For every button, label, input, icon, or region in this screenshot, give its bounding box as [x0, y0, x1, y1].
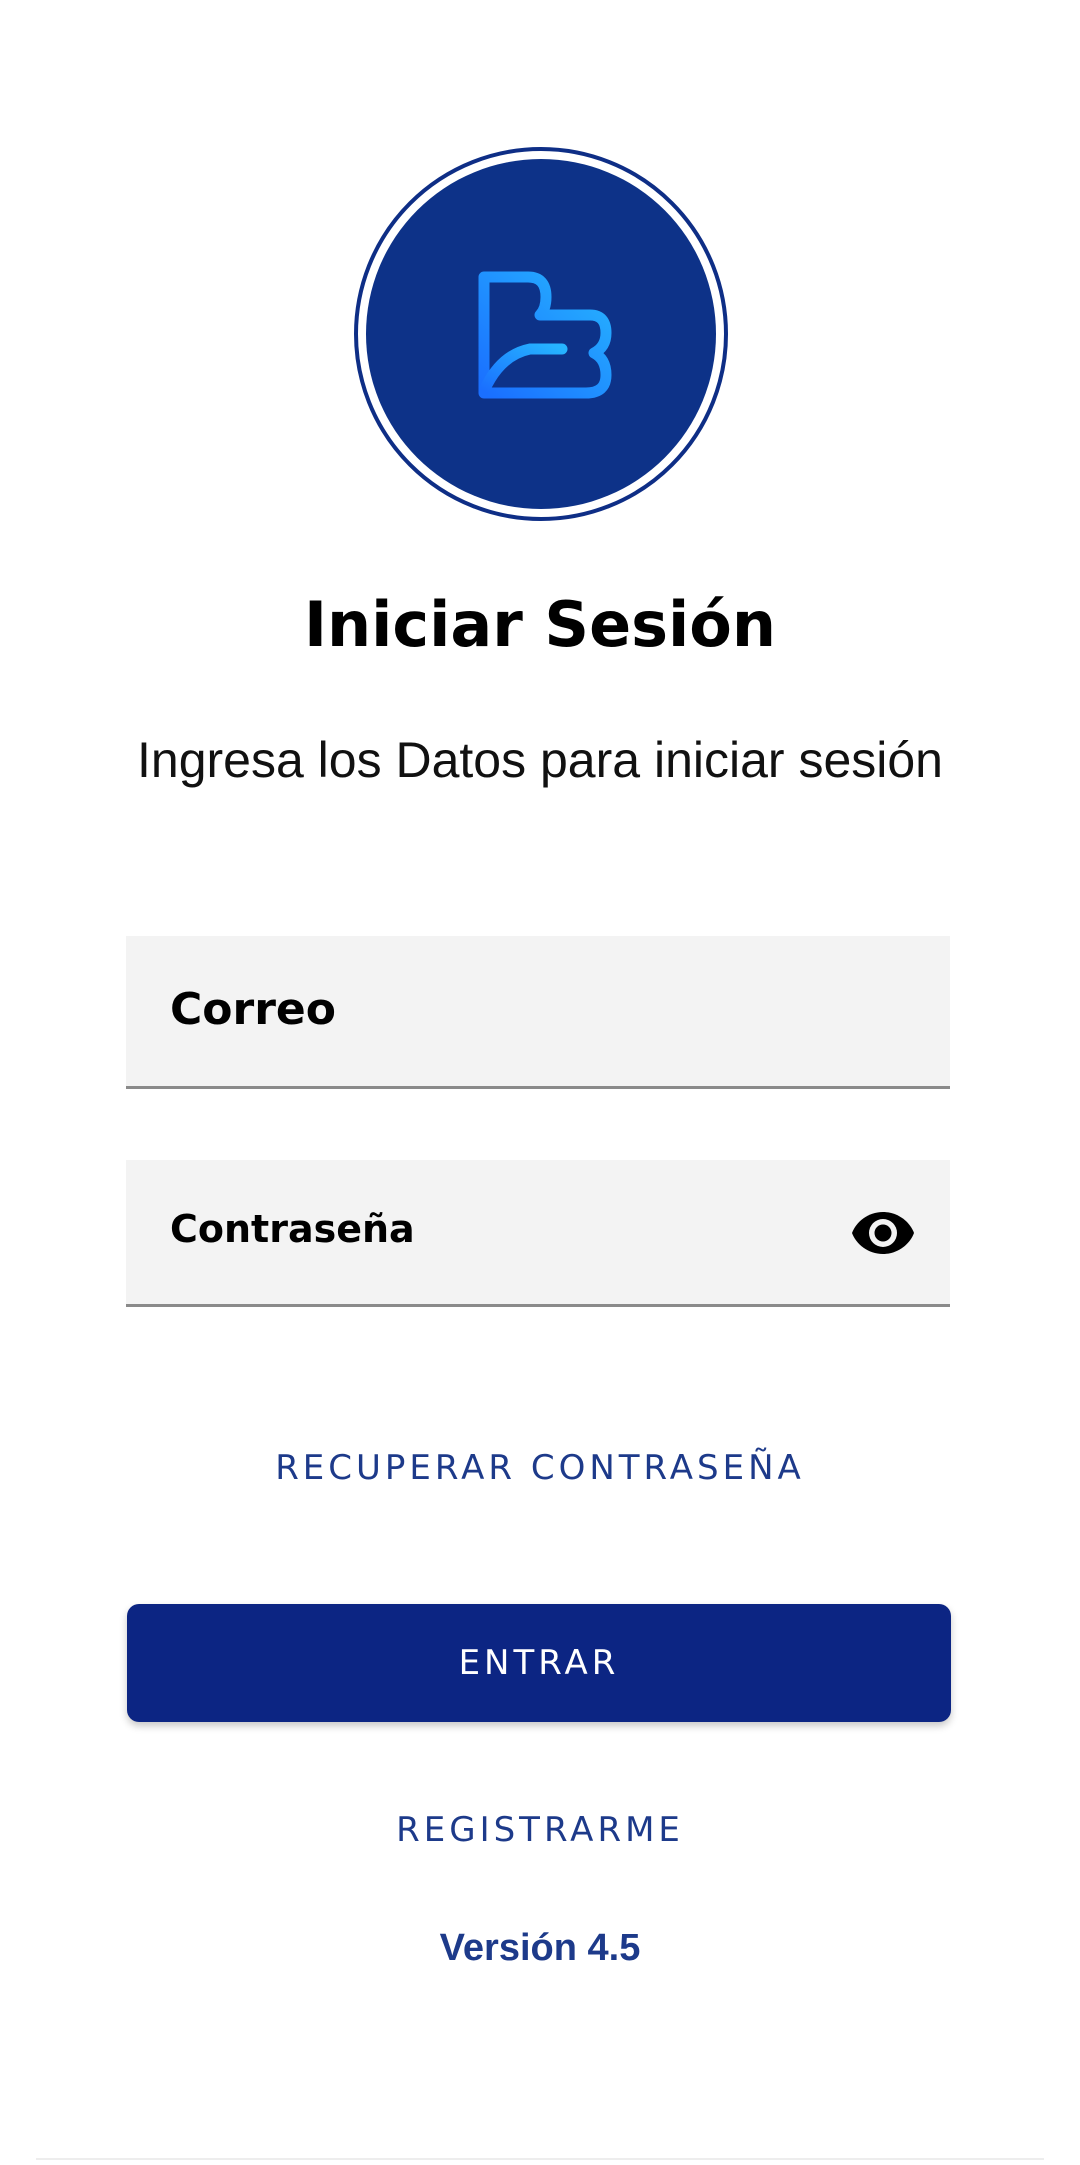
b-logo-icon	[478, 271, 612, 399]
email-field-label: Correo	[170, 984, 336, 1035]
version-label: Versión 4.5	[439, 1927, 641, 1969]
recover-password-link[interactable]: RECUPERAR CONTRASEÑA	[0, 1443, 1080, 1493]
bottom-divider	[36, 2158, 1044, 2160]
email-field[interactable]: Correo	[126, 936, 950, 1089]
app-logo	[354, 147, 728, 521]
page-subtitle: Ingresa los Datos para iniciar sesión	[137, 732, 943, 788]
password-field-label: Contraseña	[170, 1207, 415, 1251]
logo-badge	[366, 159, 716, 509]
page-title: Iniciar Sesión	[303, 588, 777, 661]
enter-button[interactable]: ENTRAR	[127, 1604, 951, 1722]
eye-icon[interactable]	[850, 1206, 916, 1260]
register-link[interactable]: REGISTRARME	[0, 1805, 1080, 1855]
password-field[interactable]: Contraseña	[126, 1160, 950, 1307]
